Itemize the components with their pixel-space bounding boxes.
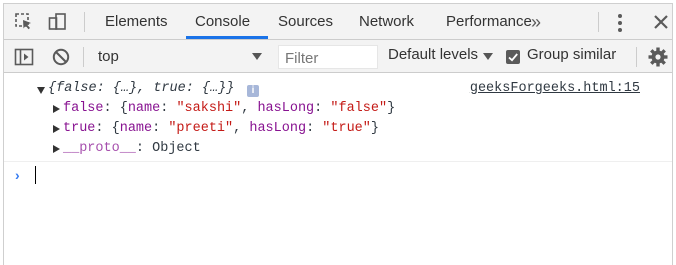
log-levels-dropdown[interactable]: Default levels <box>388 46 478 63</box>
group-similar-checkbox[interactable] <box>506 50 520 64</box>
tab-network[interactable]: Network <box>359 4 414 39</box>
active-tab-indicator <box>186 36 268 39</box>
tab-console[interactable]: Console <box>195 4 250 39</box>
kebab-menu-icon[interactable] <box>618 14 622 32</box>
console-toolbar: top Default levels Group similar <box>4 40 672 73</box>
info-icon[interactable]: i <box>247 85 259 97</box>
dropdown-arrow-icon <box>483 53 493 60</box>
entry-haslong-label: hasLong <box>257 101 315 116</box>
expand-triangle-icon[interactable] <box>53 145 60 153</box>
object-entry[interactable]: true: {name: "preeti", hasLong: "true"} <box>63 119 379 139</box>
object-entry[interactable]: false: {name: "sakshi", hasLong: "false"… <box>63 99 395 119</box>
entry-name-label: name <box>119 121 153 136</box>
filter-field[interactable] <box>278 45 379 69</box>
entry-haslong-value: "false" <box>330 101 388 116</box>
close-icon[interactable] <box>651 12 671 32</box>
proto-value: Object <box>152 141 201 156</box>
context-select[interactable]: top <box>92 46 266 68</box>
more-tabs-button[interactable]: » <box>531 12 541 33</box>
toolbar-divider <box>83 47 84 67</box>
inspect-element-icon[interactable] <box>14 12 34 32</box>
filter-input[interactable] <box>283 47 379 69</box>
group-similar-label: Group similar <box>527 46 617 63</box>
dropdown-arrow-icon <box>252 53 262 60</box>
device-toolbar-icon[interactable] <box>48 12 68 32</box>
show-sidebar-icon[interactable] <box>14 47 34 67</box>
console-output: {false: {…}, true: {…}} i geeksForgeeks.… <box>4 73 672 265</box>
entry-name-value: "sakshi" <box>176 101 242 116</box>
expand-triangle-icon[interactable] <box>37 87 45 94</box>
entry-key: true <box>63 121 96 136</box>
expand-triangle-icon[interactable] <box>53 105 60 113</box>
source-link[interactable]: geeksForgeeks.html:15 <box>470 81 640 96</box>
clear-console-icon[interactable] <box>51 47 71 67</box>
toolbar-divider <box>636 47 637 67</box>
entry-key: false <box>63 101 104 116</box>
prompt-chevron-icon: › <box>15 167 20 183</box>
entry-name-label: name <box>127 101 161 116</box>
expand-triangle-icon[interactable] <box>53 125 60 133</box>
tab-sources[interactable]: Sources <box>278 4 333 39</box>
devtools-tabbar: Elements Console Sources Network Perform… <box>4 4 672 40</box>
gear-icon[interactable] <box>647 46 669 68</box>
entry-haslong-value: "true" <box>322 121 371 136</box>
checkmark-icon <box>508 53 518 62</box>
proto-key: __proto__ <box>63 141 136 156</box>
context-value: top <box>98 48 119 65</box>
object-summary[interactable]: {false: {…}, true: {…}} <box>48 79 234 99</box>
entry-name-value: "preeti" <box>168 121 234 136</box>
tabbar-divider <box>598 12 599 32</box>
tab-performance[interactable]: Performance <box>446 4 532 39</box>
tab-elements[interactable]: Elements <box>105 4 168 39</box>
proto-entry[interactable]: __proto__: Object <box>63 139 201 159</box>
tabbar-divider <box>84 12 85 32</box>
entry-haslong-label: hasLong <box>249 121 307 136</box>
console-prompt-input[interactable] <box>35 166 36 184</box>
message-divider <box>4 161 672 162</box>
